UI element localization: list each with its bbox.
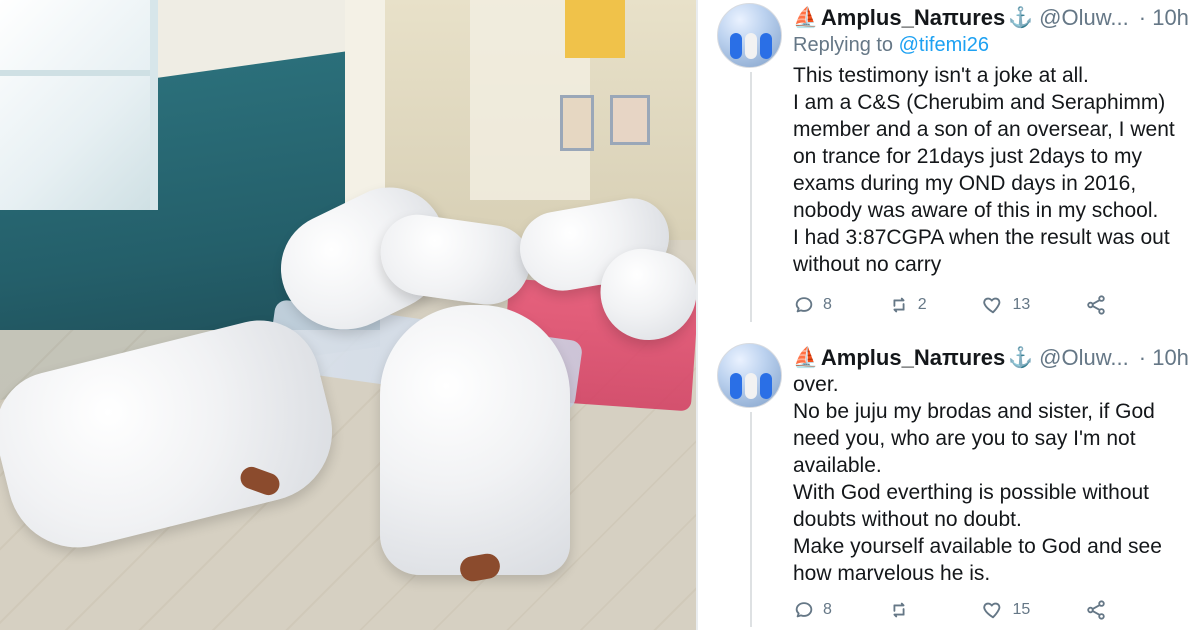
like-action[interactable]: 13 bbox=[982, 294, 1030, 316]
timestamp[interactable]: · 10h bbox=[1139, 5, 1189, 31]
display-name-text: Amplus_Naπures bbox=[820, 345, 1006, 370]
heart-icon bbox=[983, 602, 1001, 619]
reply-count: 8 bbox=[823, 601, 832, 618]
avatar-figure bbox=[745, 33, 757, 59]
tweet-text-line: Make yourself available to God and see bbox=[793, 535, 1162, 558]
anchor-icon: ⚓ bbox=[1008, 347, 1034, 369]
replying-to: Replying to @tifemi26 bbox=[793, 34, 989, 57]
avatar-figure bbox=[745, 373, 757, 399]
chevron-down-icon[interactable] bbox=[1195, 5, 1200, 31]
heart-icon bbox=[983, 297, 1001, 314]
like-count: 13 bbox=[1012, 296, 1031, 313]
reply-count: 8 bbox=[823, 296, 832, 313]
tweet-text-line: No be juju my brodas and sister, if God bbox=[793, 400, 1155, 423]
share-icon bbox=[1087, 600, 1105, 620]
tweet-header: ⛵ Amplus_Naπures ⚓ @Oluw... · 10h bbox=[793, 4, 1195, 32]
handle[interactable]: @Oluw... bbox=[1039, 345, 1129, 371]
photo-banner bbox=[565, 0, 625, 58]
tweet-text-line: With God everthing is possible without bbox=[793, 481, 1150, 504]
display-name-text: Amplus_Naπures bbox=[820, 5, 1006, 30]
sailboat-icon: ⛵ bbox=[793, 347, 818, 369]
thread-line bbox=[750, 72, 752, 322]
avatar-figure bbox=[760, 33, 772, 59]
retweet-count: 2 bbox=[917, 296, 927, 313]
tweet-text: over. No be juju my brodas and sister, i… bbox=[793, 371, 1175, 587]
share-action[interactable] bbox=[1085, 294, 1125, 316]
reply-icon bbox=[795, 602, 813, 618]
tweet-text-line: I had 3:87CGPA when the result was out bbox=[793, 226, 1170, 249]
tweet-card[interactable]: ⛵ Amplus_Naπures ⚓ @Oluw... · 10h Replyi… bbox=[715, 0, 1195, 330]
like-action[interactable]: 15 bbox=[982, 599, 1030, 621]
reply-icon bbox=[795, 297, 813, 313]
sailboat-icon: ⛵ bbox=[793, 7, 818, 29]
tweet-actions: 8 15 bbox=[793, 595, 1125, 625]
replying-prefix: Replying to bbox=[793, 34, 894, 56]
tweet-photo[interactable] bbox=[0, 0, 696, 630]
avatar[interactable] bbox=[717, 3, 782, 68]
avatar-figure bbox=[760, 373, 772, 399]
content-divider bbox=[696, 0, 698, 630]
thread-line bbox=[750, 412, 752, 627]
tweet-text-line: exams during my OND days in 2016, bbox=[793, 172, 1137, 195]
reply-action[interactable]: 8 bbox=[793, 599, 833, 621]
anchor-icon: ⚓ bbox=[1008, 7, 1034, 29]
tweet-text-line: need you, who are you to say I'm not bbox=[793, 427, 1136, 450]
tweet-text-line: over. bbox=[793, 373, 839, 396]
photo-person-robe bbox=[380, 305, 570, 575]
reply-action[interactable]: 8 bbox=[793, 294, 833, 316]
avatar[interactable] bbox=[717, 343, 782, 408]
tweet-text-line: without no carry bbox=[793, 253, 942, 276]
retweet-icon bbox=[893, 297, 905, 313]
display-name[interactable]: ⛵ Amplus_Naπures ⚓ bbox=[793, 5, 1033, 31]
tweet-text-line: how marvelous he is. bbox=[793, 562, 991, 585]
tweet-card[interactable]: ⛵ Amplus_Naπures ⚓ @Oluw... · 10h over. … bbox=[715, 340, 1195, 630]
like-count: 15 bbox=[1012, 601, 1031, 618]
retweet-action[interactable] bbox=[888, 599, 928, 621]
tweet-text: This testimony isn't a joke at all. I am… bbox=[793, 62, 1175, 278]
timestamp[interactable]: · 10h bbox=[1139, 345, 1189, 371]
share-icon bbox=[1087, 295, 1105, 315]
tweet-actions: 8 2 13 bbox=[793, 290, 1125, 320]
tweet-text-line: available. bbox=[793, 454, 882, 477]
tweet-text-line: nobody was aware of this in my school. bbox=[793, 199, 1159, 222]
photo-picture-frame bbox=[560, 95, 594, 151]
retweet-action[interactable]: 2 bbox=[888, 294, 928, 316]
display-name[interactable]: ⛵ Amplus_Naπures ⚓ bbox=[793, 345, 1033, 371]
tweet-text-line: This testimony isn't a joke at all. bbox=[793, 64, 1089, 87]
photo-picture-frame bbox=[610, 95, 650, 145]
tweet-text-line: on trance for 21days just 2days to my bbox=[793, 145, 1143, 168]
handle[interactable]: @Oluw... bbox=[1039, 5, 1129, 31]
tweet-text-line: member and a son of an oversear, I went bbox=[793, 118, 1175, 141]
share-action[interactable] bbox=[1085, 599, 1125, 621]
tweet-text-line: I am a C&S (Cherubim and Seraphimm) bbox=[793, 91, 1166, 114]
replying-mention[interactable]: @tifemi26 bbox=[899, 34, 989, 56]
retweet-icon bbox=[893, 602, 905, 618]
photo-window bbox=[0, 0, 158, 210]
avatar-figure bbox=[730, 33, 742, 59]
photo-window-line bbox=[0, 70, 150, 76]
tweet-text-line: doubts without no doubt. bbox=[793, 508, 1022, 531]
avatar-figure bbox=[730, 373, 742, 399]
tweet-header: ⛵ Amplus_Naπures ⚓ @Oluw... · 10h bbox=[793, 344, 1195, 372]
chevron-down-icon[interactable] bbox=[1195, 345, 1200, 371]
